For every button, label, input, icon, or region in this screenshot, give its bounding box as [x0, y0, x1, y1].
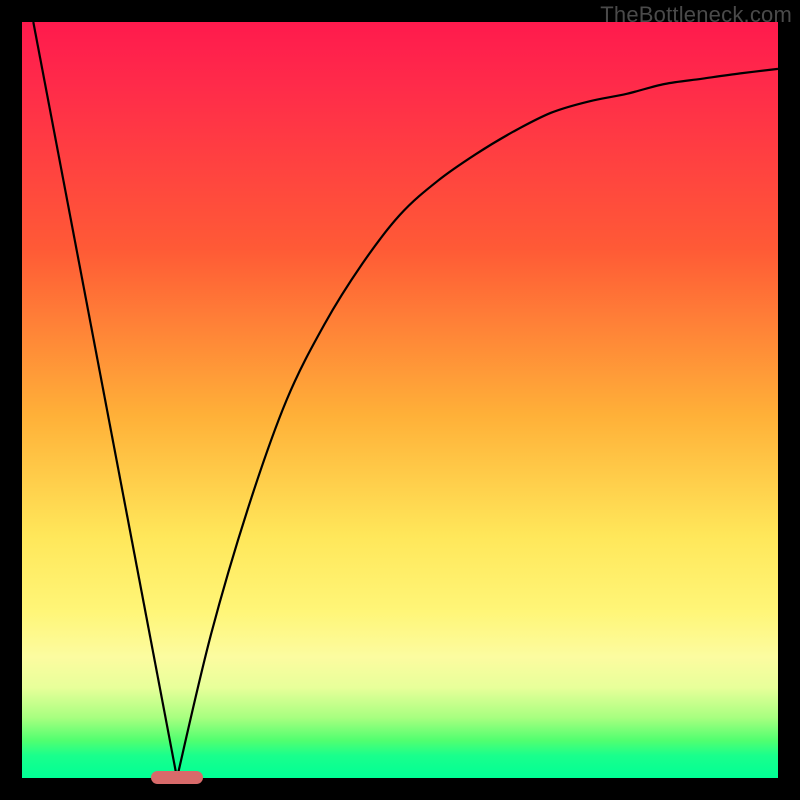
bottleneck-marker	[151, 771, 202, 784]
watermark-text: TheBottleneck.com	[600, 2, 792, 28]
chart-lines	[22, 22, 778, 778]
right-curve	[177, 69, 778, 778]
plot-area	[22, 22, 778, 778]
chart-frame: TheBottleneck.com	[0, 0, 800, 800]
left-line	[33, 22, 177, 778]
